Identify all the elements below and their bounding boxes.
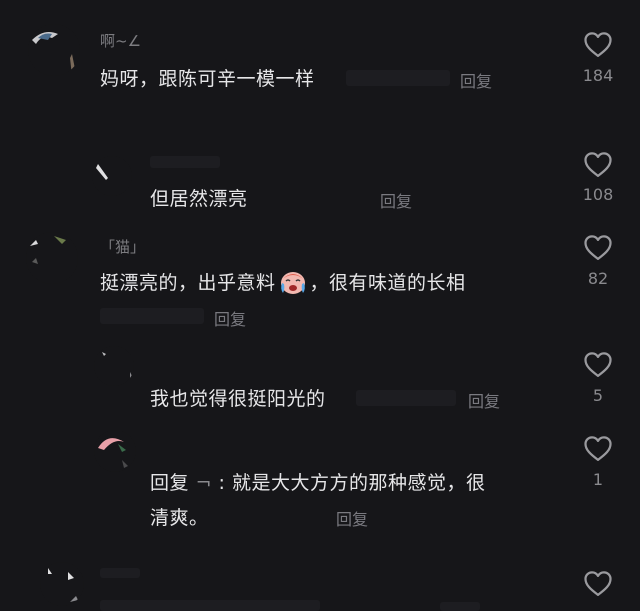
comment-text-content: 我也觉得很挺阳光的	[150, 388, 326, 410]
heart-outline-icon[interactable]	[583, 30, 613, 58]
user-avatar[interactable]	[94, 430, 136, 472]
comment-username[interactable]: 「猫」	[100, 236, 145, 257]
user-avatar[interactable]	[40, 562, 84, 606]
heart-outline-icon[interactable]	[583, 233, 613, 261]
avatar-image	[94, 430, 136, 472]
comment-text: 挺漂亮的，出乎意料 ，很有味道的长相	[100, 268, 466, 295]
comment-text: 但居然漂亮	[150, 184, 248, 211]
reply-button[interactable]: 回复	[380, 188, 412, 212]
like-count: 108	[582, 185, 614, 204]
like-count: 1	[592, 470, 604, 489]
comment-list: 啊~∠ 妈呀，跟陈可辛一模一样 回复 184 但居然漂亮 回复 108 「猫」 …	[0, 0, 640, 611]
avatar-image	[94, 346, 134, 386]
user-avatar[interactable]	[26, 232, 78, 284]
timestamp-obscured	[346, 70, 450, 86]
heart-outline-icon[interactable]	[583, 350, 613, 378]
reply-prefix: 回复	[150, 472, 190, 494]
avatar-image	[40, 562, 84, 606]
like-count: 184	[582, 66, 614, 85]
reply-target-mention[interactable]: ¬	[196, 472, 212, 494]
user-avatar[interactable]	[28, 24, 80, 76]
reply-button[interactable]: 回复	[468, 388, 500, 412]
like-count: 5	[592, 386, 604, 405]
like-count: 82	[587, 269, 609, 288]
comment-text-part: 挺漂亮的，出乎意料	[100, 272, 276, 294]
reply-button-obscured	[440, 602, 480, 611]
heart-outline-icon[interactable]	[583, 434, 613, 462]
avatar-image	[28, 24, 80, 76]
username-obscured	[150, 156, 220, 168]
reply-button[interactable]: 回复	[460, 68, 492, 92]
comment-text-part: ，很有味道的长相	[309, 272, 466, 294]
comment-text-line2: 清爽。	[150, 507, 209, 529]
comment-text-content: 但居然漂亮	[150, 188, 248, 210]
heart-outline-icon[interactable]	[583, 569, 613, 597]
comment-text-continued: 清爽。	[150, 503, 209, 530]
avatar-image	[26, 232, 78, 284]
username-obscured	[100, 568, 140, 578]
comment-text: 回复 ¬ : 就是大大方方的那种感觉，很	[150, 468, 485, 495]
comment-text-obscured	[100, 600, 320, 611]
timestamp-obscured	[356, 390, 456, 406]
comment-text-line1: : 就是大大方方的那种感觉，很	[218, 472, 486, 494]
comment-text: 我也觉得很挺阳光的	[150, 384, 326, 411]
avatar-image	[92, 156, 132, 196]
heart-outline-icon[interactable]	[583, 150, 613, 178]
comment-username[interactable]: 啊~∠	[100, 30, 141, 51]
crying-laughing-face-icon	[280, 272, 305, 294]
reply-button[interactable]: 回复	[336, 506, 368, 530]
reply-button[interactable]: 回复	[214, 306, 246, 330]
comment-text-content: 妈呀，跟陈可辛一模一样	[100, 68, 315, 90]
user-avatar[interactable]	[94, 346, 134, 386]
timestamp-obscured	[100, 308, 204, 324]
user-avatar[interactable]	[92, 156, 132, 196]
comment-text: 妈呀，跟陈可辛一模一样	[100, 64, 315, 91]
